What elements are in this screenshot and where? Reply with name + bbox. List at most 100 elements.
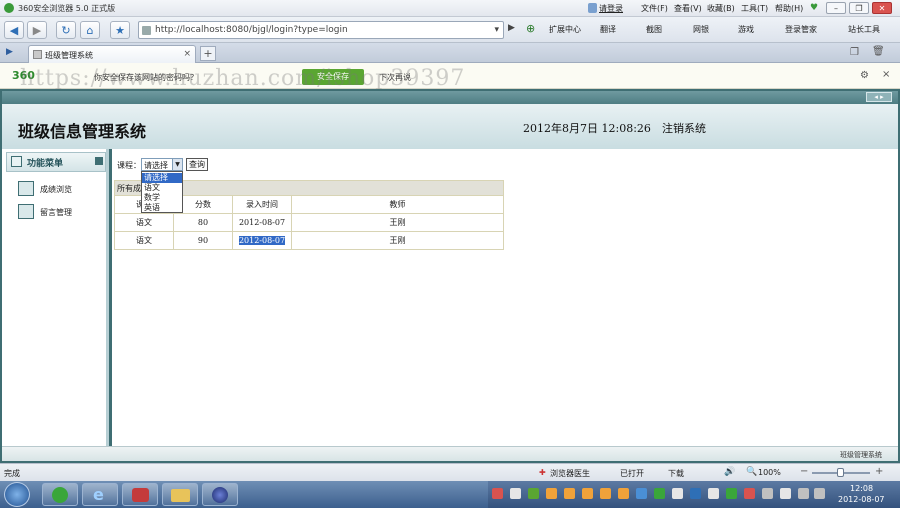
refresh-button[interactable]: ↻ [56, 21, 76, 39]
tray-qq-icon-1[interactable] [546, 488, 557, 499]
date-time: 2012年8月7日 12:08:26 [523, 122, 651, 135]
tray-network-icon[interactable] [798, 488, 809, 499]
tray-qq-icon-3[interactable] [582, 488, 593, 499]
sidebar-item-message-manage[interactable]: 留言管理 [18, 204, 88, 220]
taskbar-ie[interactable]: e [82, 483, 118, 506]
tab-class-system[interactable]: 班级管理系统 × [28, 45, 196, 63]
taskbar-date[interactable]: 2012-08-07 [838, 495, 885, 504]
trash-icon[interactable]: 🗑 [872, 46, 885, 57]
tool-games[interactable]: 游戏 [738, 24, 754, 35]
close-window-button[interactable]: ✕ [872, 2, 892, 14]
tool-screenshot[interactable]: 截图 [646, 24, 662, 35]
course-select[interactable]: 请选择 ▼ [141, 158, 183, 171]
column-header-teacher: 教师 [291, 195, 504, 214]
app-frame-top-strip: ◂ ▸ [2, 91, 898, 104]
login-link[interactable]: 请登录 [599, 3, 623, 14]
chevron-down-icon[interactable]: ▼ [172, 159, 182, 170]
taskbar-time[interactable]: 12:08 [850, 484, 873, 493]
tool-ebank[interactable]: 网银 [693, 24, 709, 35]
cell-teacher: 王刚 [291, 231, 504, 250]
sidebar-toggle-icon[interactable]: ▶ [6, 47, 13, 57]
taskbar-360-browser[interactable] [42, 483, 78, 506]
course-option-chinese[interactable]: 语文 [142, 183, 182, 193]
menu-view[interactable]: 查看(V) [674, 3, 702, 14]
menu-help[interactable]: 帮助(H) [775, 3, 803, 14]
taskbar-eclipse[interactable] [202, 483, 238, 506]
page-icon [142, 26, 151, 35]
taskbar-app-red[interactable] [122, 483, 158, 506]
zoom-slider-handle[interactable] [837, 468, 844, 477]
sidebar-item-score-browse[interactable]: 成绩浏览 [18, 181, 88, 197]
eclipse-icon [212, 487, 228, 503]
frame-scroll-arrows-icon[interactable]: ◂ ▸ [866, 92, 892, 102]
settings-gear-icon[interactable]: ⚙ [860, 70, 869, 81]
status-doctor[interactable]: 浏览器医生 [550, 468, 590, 479]
taskbar-explorer[interactable] [162, 483, 198, 506]
footer-text: 班级管理系统 [840, 451, 882, 459]
course-option-english[interactable]: 英语 [142, 203, 182, 213]
cell-course: 语文 [114, 213, 174, 232]
menu-file[interactable]: 文件(F) [641, 3, 668, 14]
infobar-close-icon[interactable]: × [882, 69, 890, 80]
tray-app-icon-10[interactable] [780, 488, 791, 499]
tray-app-icon-5[interactable] [654, 488, 665, 499]
cell-time: 2012-08-07 [232, 213, 292, 232]
tray-360-icon[interactable] [726, 488, 737, 499]
tool-translate[interactable]: 翻译 [600, 24, 616, 35]
menu-tools[interactable]: 工具(T) [741, 3, 768, 14]
zoom-out-button[interactable]: − [800, 466, 808, 477]
forward-button[interactable]: ▶ [27, 21, 47, 39]
query-button[interactable]: 查询 [186, 158, 208, 171]
cell-course: 语文 [114, 231, 174, 250]
cell-teacher: 王刚 [291, 213, 504, 232]
course-option-math[interactable]: 数学 [142, 193, 182, 203]
tray-app-icon-6[interactable] [672, 488, 683, 499]
zoom-level[interactable]: 100% [758, 468, 781, 477]
favorite-star-button[interactable]: ★ [110, 21, 130, 39]
tray-app-icon-1[interactable] [492, 488, 503, 499]
address-bar[interactable]: http://localhost:8080/bjgl/login?type=lo… [138, 21, 504, 39]
360-browser-icon [52, 487, 68, 503]
tray-app-icon-8[interactable] [744, 488, 755, 499]
course-option-placeholder[interactable]: 请选择 [142, 173, 182, 183]
cell-score: 90 [173, 231, 233, 250]
shirt-icon[interactable]: ♥ [810, 3, 818, 13]
tool-extensions[interactable]: 扩展中心 [549, 24, 581, 35]
browser-title-bar: 360安全浏览器 5.0 正式版 请登录 文件(F) 查看(V) 收藏(B) 工… [0, 0, 900, 17]
tray-volume-icon[interactable] [814, 488, 825, 499]
minimize-button[interactable]: – [826, 2, 846, 14]
status-opened[interactable]: 已打开 [620, 468, 644, 479]
tray-qq-icon-2[interactable] [564, 488, 575, 499]
back-button[interactable]: ◀ [4, 21, 24, 39]
zoom-in-button[interactable]: + [875, 466, 883, 477]
tray-app-icon-9[interactable] [762, 488, 773, 499]
tab-close-icon[interactable]: × [183, 49, 191, 59]
ie-icon: e [93, 485, 104, 504]
browser-title: 360安全浏览器 5.0 正式版 [18, 4, 116, 13]
start-button[interactable] [4, 482, 30, 507]
speaker-icon[interactable]: 🔊 [724, 467, 735, 477]
address-dropdown-icon[interactable]: ▾ [494, 25, 499, 35]
new-tab-button[interactable]: + [200, 46, 216, 61]
restore-button[interactable]: ❐ [849, 2, 869, 14]
home-button[interactable]: ⌂ [80, 21, 100, 39]
tool-webmaster[interactable]: 站长工具 [848, 24, 880, 35]
logout-link[interactable]: 注销系统 [662, 120, 706, 136]
user-icon [588, 3, 597, 13]
tray-qq-icon-4[interactable] [600, 488, 611, 499]
shield-icon[interactable]: ⊕ [526, 22, 535, 35]
menu-favorites[interactable]: 收藏(B) [707, 3, 735, 14]
tray-app-icon-3[interactable] [528, 488, 539, 499]
address-url: http://localhost:8080/bjgl/login?type=lo… [155, 25, 348, 35]
status-download[interactable]: 下载 [668, 468, 684, 479]
tray-app-icon-2[interactable] [510, 488, 521, 499]
tray-app-icon-4[interactable] [636, 488, 647, 499]
go-icon[interactable]: ▶ [508, 23, 515, 33]
collapse-icon[interactable] [95, 157, 103, 165]
menu-grid-icon [11, 156, 22, 167]
tray-app-icon-7[interactable] [708, 488, 719, 499]
tool-login-manager[interactable]: 登录管家 [785, 24, 817, 35]
tab-list-icon[interactable]: ❐ [850, 47, 859, 58]
tray-qq-icon-5[interactable] [618, 488, 629, 499]
tray-shield-icon[interactable] [690, 488, 701, 499]
